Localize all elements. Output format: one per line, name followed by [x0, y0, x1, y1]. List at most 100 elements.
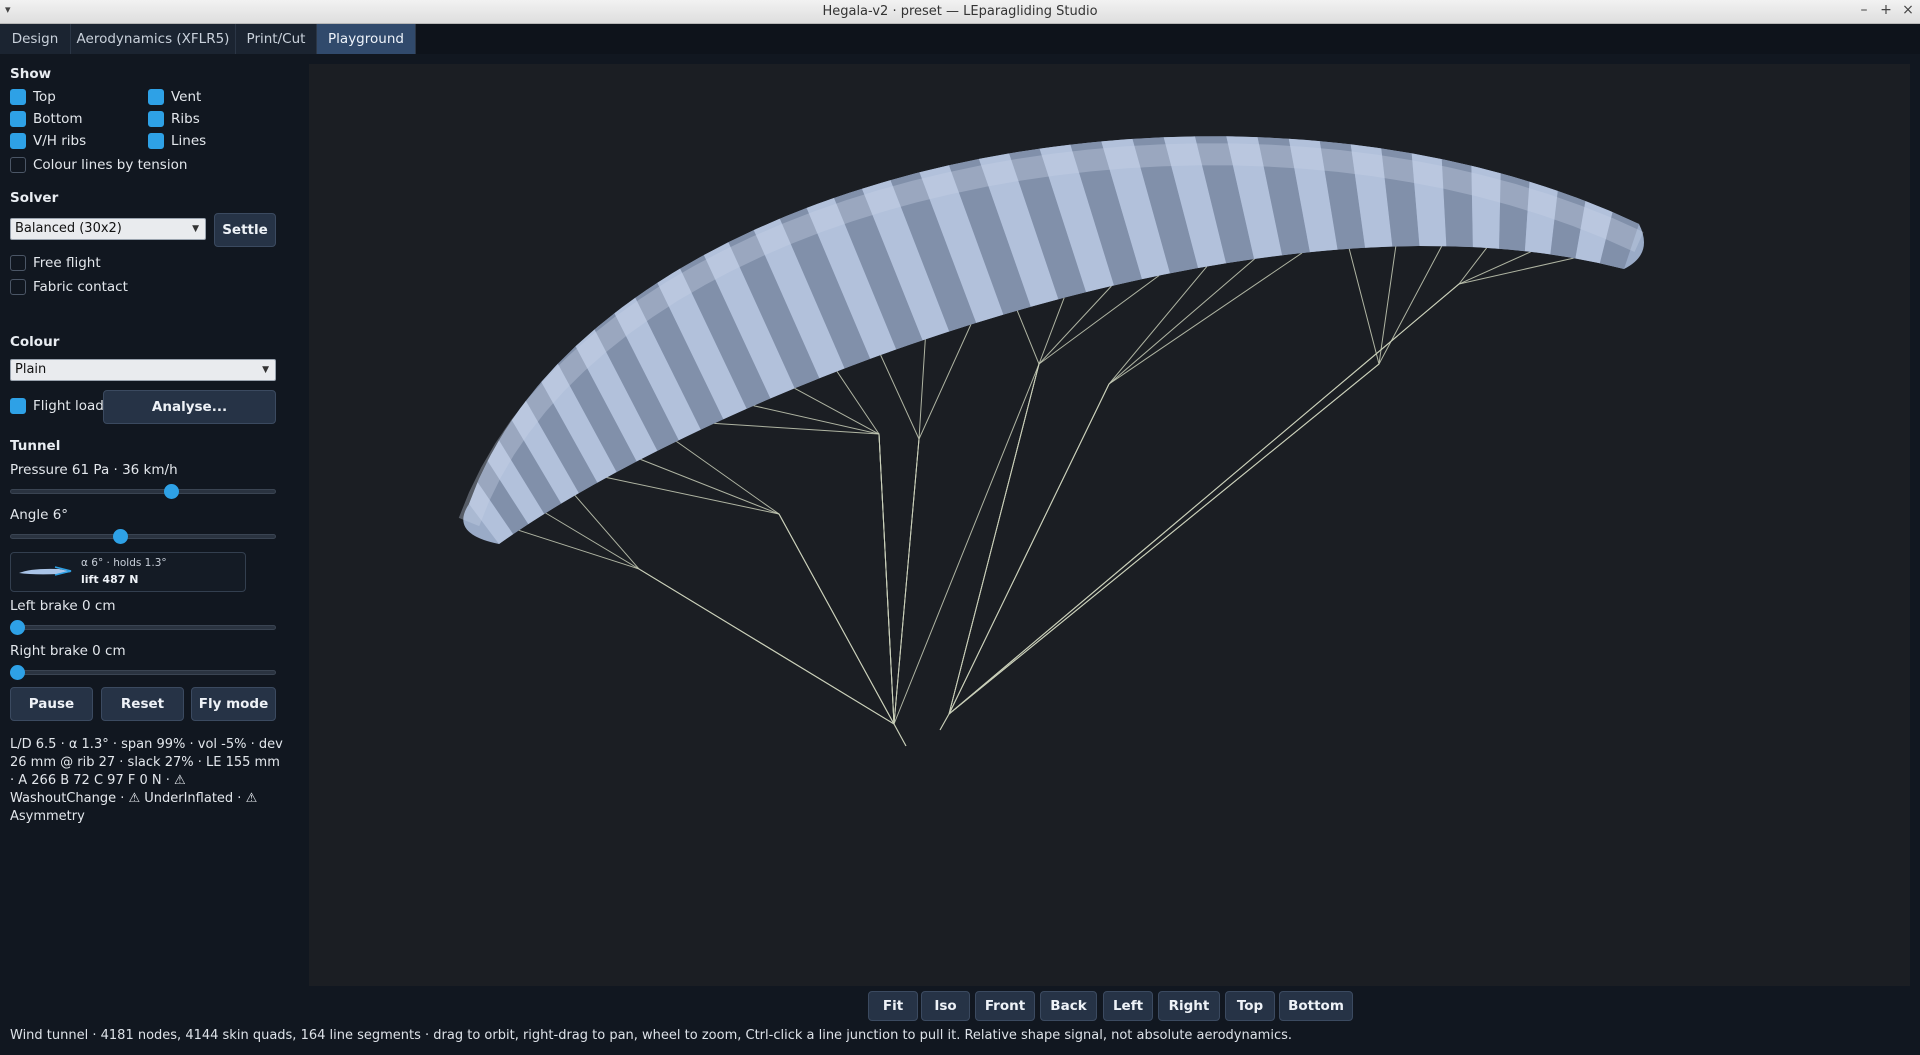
left-brake-slider[interactable] [10, 617, 276, 637]
angle-readout-card: α 6° · holds 1.3° lift 487 N [10, 552, 246, 592]
pressure-slider-handle[interactable] [163, 484, 179, 499]
flight-load-checkbox[interactable]: Flight load [10, 397, 104, 415]
analysis-stats: L/D 6.5 · α 1.3° · span 99% · vol -5% · … [10, 737, 283, 824]
left-brake-slider-track [10, 625, 276, 630]
left-brake-label: Left brake 0 cm [10, 598, 116, 614]
vh-ribs-checkbox[interactable]: V/H ribs [10, 132, 86, 150]
vent-checkbox-box [148, 89, 164, 105]
suspension-line[interactable] [948, 245, 1443, 715]
flight-load-checkbox-box [10, 398, 26, 414]
solver-mode-select[interactable]: Balanced (30x2) ▼ [10, 218, 206, 240]
view-top-button[interactable]: Top [1225, 991, 1275, 1021]
paraglider-scene[interactable] [309, 64, 1910, 986]
show-heading: Show [10, 66, 52, 82]
view-fit-button[interactable]: Fit [868, 991, 918, 1021]
controls-panel: Show Top Vent Bottom Ribs V/H ribs Lines… [0, 54, 308, 1024]
top-checkbox-label: Top [33, 89, 56, 105]
pressure-label: Pressure 61 Pa · 36 km/h [10, 462, 178, 478]
maximize-icon[interactable]: + [1877, 2, 1895, 18]
suspension-line[interactable] [574, 495, 895, 725]
angle-slider-handle[interactable] [113, 529, 129, 544]
riser-line[interactable] [893, 723, 907, 747]
angle-slider[interactable] [10, 526, 276, 546]
suspension-line[interactable] [948, 247, 1488, 715]
settle-button[interactable]: Settle [214, 213, 276, 247]
status-bar: Wind tunnel · 4181 nodes, 4144 skin quad… [10, 1028, 1293, 1043]
suspension-line[interactable] [948, 251, 1532, 715]
pause-button[interactable]: Pause [10, 687, 93, 721]
pressure-slider[interactable] [10, 481, 276, 501]
suspension-line[interactable] [893, 310, 1040, 725]
chevron-down-icon: ▼ [262, 365, 269, 375]
vh-ribs-checkbox-label: V/H ribs [33, 133, 87, 149]
tab-playground[interactable]: Playground [317, 24, 416, 54]
reset-button[interactable]: Reset [101, 687, 184, 721]
suspension-line[interactable] [948, 257, 1574, 715]
fabric-contact-checkbox-box [10, 279, 26, 295]
vh-ribs-checkbox-box [10, 133, 26, 149]
suspension-line[interactable] [893, 324, 972, 725]
tab-aerodynamics[interactable]: Aerodynamics (XFLR5) [71, 24, 236, 54]
colour-heading: Colour [10, 334, 60, 350]
colour-by-tension-checkbox[interactable]: Colour lines by tension [10, 156, 187, 174]
vent-checkbox-label: Vent [171, 89, 202, 105]
angle-label: Angle 6° [10, 507, 69, 523]
suspension-line[interactable] [948, 252, 1303, 715]
riser-line[interactable] [939, 713, 950, 731]
vent-checkbox[interactable]: Vent [148, 88, 201, 106]
right-brake-label: Right brake 0 cm [10, 643, 126, 659]
lines-checkbox-box [148, 133, 164, 149]
suspension-line[interactable] [753, 405, 895, 725]
free-flight-checkbox[interactable]: Free flight [10, 254, 101, 272]
suspension-line[interactable] [714, 422, 895, 725]
tab-design[interactable]: Design [0, 24, 71, 54]
bottom-checkbox-box [10, 111, 26, 127]
fabric-contact-checkbox[interactable]: Fabric contact [10, 278, 128, 296]
suspension-line[interactable] [948, 258, 1255, 715]
ribs-checkbox[interactable]: Ribs [148, 110, 200, 128]
colour-by-tension-label: Colour lines by tension [33, 157, 188, 173]
view-right-button[interactable]: Right [1158, 991, 1220, 1021]
right-brake-slider[interactable] [10, 662, 276, 682]
wing-profile-icon [19, 566, 72, 576]
suspension-line[interactable] [948, 246, 1397, 715]
canopy-model [458, 136, 1645, 544]
suspension-line[interactable] [676, 440, 895, 725]
suspension-line[interactable] [880, 354, 920, 725]
tab-print-cut[interactable]: Print/Cut [236, 24, 317, 54]
bottom-checkbox-label: Bottom [33, 111, 83, 127]
bottom-checkbox[interactable]: Bottom [10, 110, 83, 128]
close-icon[interactable]: × [1899, 2, 1917, 18]
suspension-line[interactable] [948, 285, 1112, 715]
fly-mode-button[interactable]: Fly mode [191, 687, 276, 721]
fabric-contact-label: Fabric contact [33, 279, 128, 295]
solver-heading: Solver [10, 190, 59, 206]
window-title: Hegala-v2 · preset — LEparagliding Studi… [822, 4, 1098, 19]
3d-viewport[interactable] [309, 64, 1910, 986]
lines-checkbox[interactable]: Lines [148, 132, 206, 150]
view-front-button[interactable]: Front [975, 991, 1035, 1021]
tunnel-heading: Tunnel [10, 438, 61, 454]
view-bottom-button[interactable]: Bottom [1279, 991, 1353, 1021]
suspension-line[interactable] [948, 297, 1065, 715]
colour-mode-value: Plain [15, 362, 47, 377]
view-left-button[interactable]: Left [1103, 991, 1153, 1021]
colour-mode-select[interactable]: Plain ▼ [10, 359, 276, 381]
view-iso-button[interactable]: Iso [921, 991, 970, 1021]
view-back-button[interactable]: Back [1040, 991, 1097, 1021]
angle-slider-track [10, 534, 276, 539]
tab-bar: Design Aerodynamics (XFLR5) Print/Cut Pl… [0, 24, 1920, 54]
top-checkbox[interactable]: Top [10, 88, 56, 106]
minimize-icon[interactable]: – [1855, 2, 1873, 18]
chevron-down-icon: ▼ [192, 224, 199, 234]
left-brake-slider-handle[interactable] [10, 620, 25, 635]
angle-readout-line1: α 6° · holds 1.3° [81, 557, 167, 569]
suspension-line[interactable] [606, 477, 895, 725]
suspension-line[interactable] [518, 529, 895, 725]
lift-readout: lift 487 N [81, 573, 139, 586]
analyse-button[interactable]: Analyse... [103, 390, 276, 424]
lines-checkbox-label: Lines [171, 133, 207, 149]
suspension-line[interactable] [640, 458, 895, 725]
right-brake-slider-handle[interactable] [10, 665, 25, 680]
free-flight-checkbox-box [10, 255, 26, 271]
